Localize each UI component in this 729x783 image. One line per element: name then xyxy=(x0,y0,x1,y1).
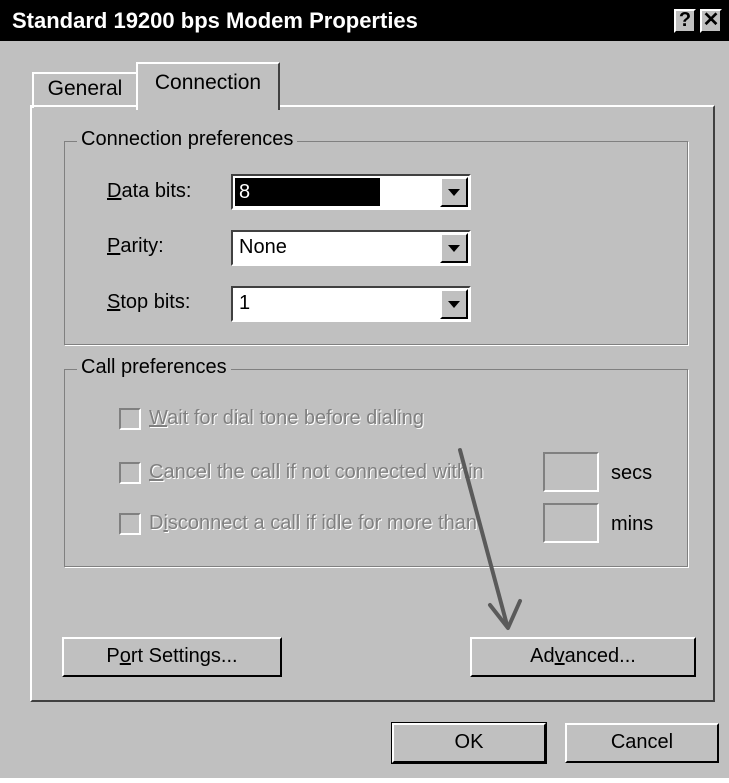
modem-properties-dialog: Standard 19200 bps Modem Properties ? ✕ … xyxy=(0,0,729,778)
annotation-arrow xyxy=(458,448,522,630)
